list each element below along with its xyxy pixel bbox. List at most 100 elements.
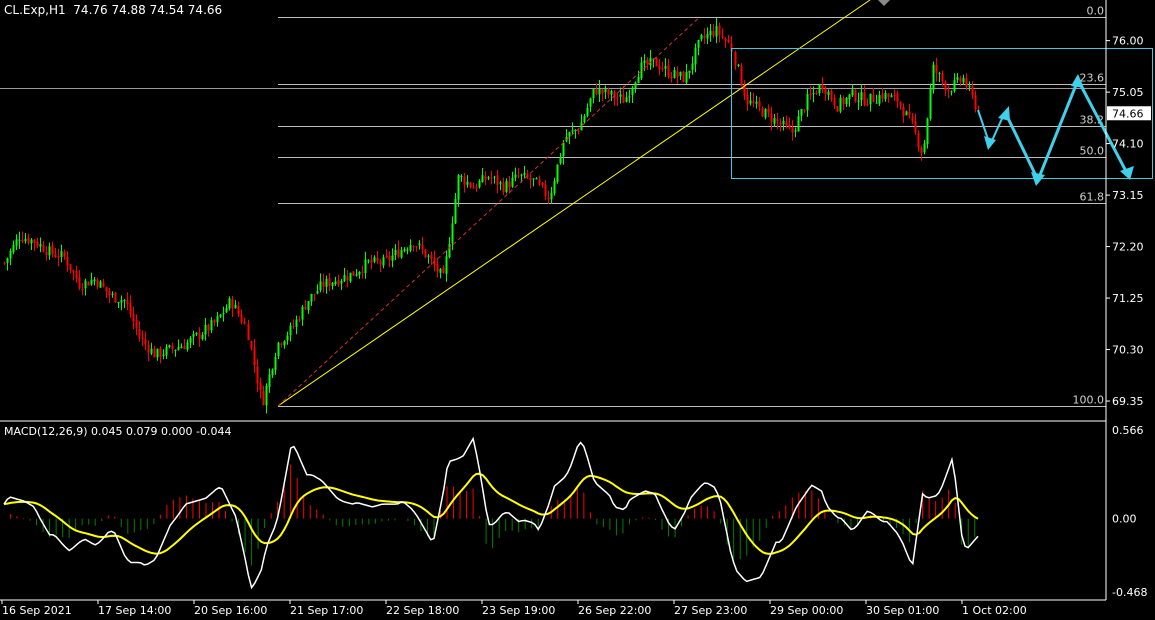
candle (376, 257, 379, 261)
candle (782, 120, 785, 125)
candle (370, 259, 373, 263)
candle (99, 281, 102, 288)
price-chart[interactable]: 0.023.638.250.061.8100.0 76.0075.0574.10… (0, 0, 1155, 620)
candle (111, 293, 114, 295)
candle (316, 291, 319, 294)
candle (150, 348, 153, 354)
candle (481, 175, 484, 183)
candle (174, 349, 177, 351)
candle (343, 275, 346, 282)
candle (301, 306, 304, 320)
candle (457, 175, 460, 200)
candle (658, 65, 661, 70)
time-tick-label: 26 Sep 22:00 (578, 604, 651, 617)
drawing-objects[interactable] (277, 0, 1153, 407)
candle (496, 175, 499, 185)
candle (33, 239, 36, 243)
candle (126, 300, 129, 305)
candle (902, 107, 905, 117)
candle (442, 267, 445, 274)
candle (520, 174, 523, 176)
candle (803, 109, 806, 111)
candle (812, 92, 815, 94)
header-symbol: CL.Exp,H1 (4, 3, 66, 17)
candle (893, 94, 896, 96)
candle (875, 102, 878, 104)
candle (102, 282, 105, 287)
candle (869, 93, 872, 105)
macd-tick-label: 0.00 (1112, 513, 1137, 526)
price-tick-label: 73.15 (1112, 189, 1144, 202)
candle (583, 116, 586, 123)
time-tick-label: 29 Sep 00:00 (770, 604, 843, 617)
arrowhead (1120, 166, 1134, 180)
candle (818, 84, 821, 94)
candle (505, 180, 508, 193)
macd-tick-label: -0.468 (1112, 586, 1147, 599)
macd-tick-label: 0.566 (1112, 424, 1144, 437)
candle (361, 271, 364, 273)
candle (207, 324, 210, 331)
candle (385, 255, 388, 257)
candle (9, 251, 12, 259)
candle (764, 109, 767, 118)
candle (938, 73, 941, 75)
time-tick-label: 1 Oct 02:00 (962, 604, 1027, 617)
candle (48, 246, 51, 256)
candle (562, 142, 565, 157)
header-ohlc: 74.76 74.88 74.54 74.66 (73, 3, 223, 17)
candle (403, 249, 406, 251)
candle (247, 323, 250, 341)
candle (538, 179, 541, 184)
candle (923, 143, 926, 153)
candle (860, 92, 863, 100)
macd-indicator-label: MACD(12,26,9) 0.045 0.079 0.000 -0.044 (4, 425, 232, 438)
candle (971, 86, 974, 95)
candle (322, 281, 325, 287)
candle (541, 182, 544, 185)
candle (277, 342, 280, 356)
price-tick-label: 70.30 (1112, 344, 1144, 357)
candle (809, 94, 812, 96)
candle (559, 156, 562, 164)
candle (887, 93, 890, 98)
fib-label: 23.6 (1080, 72, 1105, 85)
candle (544, 184, 547, 197)
candle (758, 101, 761, 107)
candle (195, 332, 198, 335)
candle (427, 255, 430, 257)
candle (430, 254, 433, 260)
candle (307, 301, 310, 310)
candle (607, 89, 610, 95)
candle (637, 76, 640, 84)
candle (66, 256, 69, 266)
candle (292, 326, 295, 328)
candle (388, 256, 391, 261)
candle (237, 305, 240, 315)
macd-panel (3, 436, 979, 590)
candle (436, 264, 439, 272)
candle (210, 320, 213, 331)
candle (415, 246, 418, 248)
candle (962, 77, 965, 83)
candle (863, 92, 866, 105)
candle (959, 78, 962, 82)
candle (700, 35, 703, 40)
candle (382, 257, 385, 266)
candle (3, 262, 6, 264)
candle (156, 348, 159, 358)
candle (171, 345, 174, 350)
candle (105, 286, 108, 292)
candle (108, 290, 111, 296)
candle (250, 341, 253, 348)
candle (511, 177, 514, 187)
candle (604, 88, 607, 93)
candle (418, 243, 421, 246)
candle (646, 59, 649, 65)
candle (349, 272, 352, 282)
candle (18, 239, 21, 241)
candle (216, 316, 219, 323)
axes: 76.00 75.05 74.10 73.15 72.20 71.25 70.30 69.35… (0, 0, 1151, 617)
candle (556, 164, 559, 182)
candle (881, 93, 884, 99)
